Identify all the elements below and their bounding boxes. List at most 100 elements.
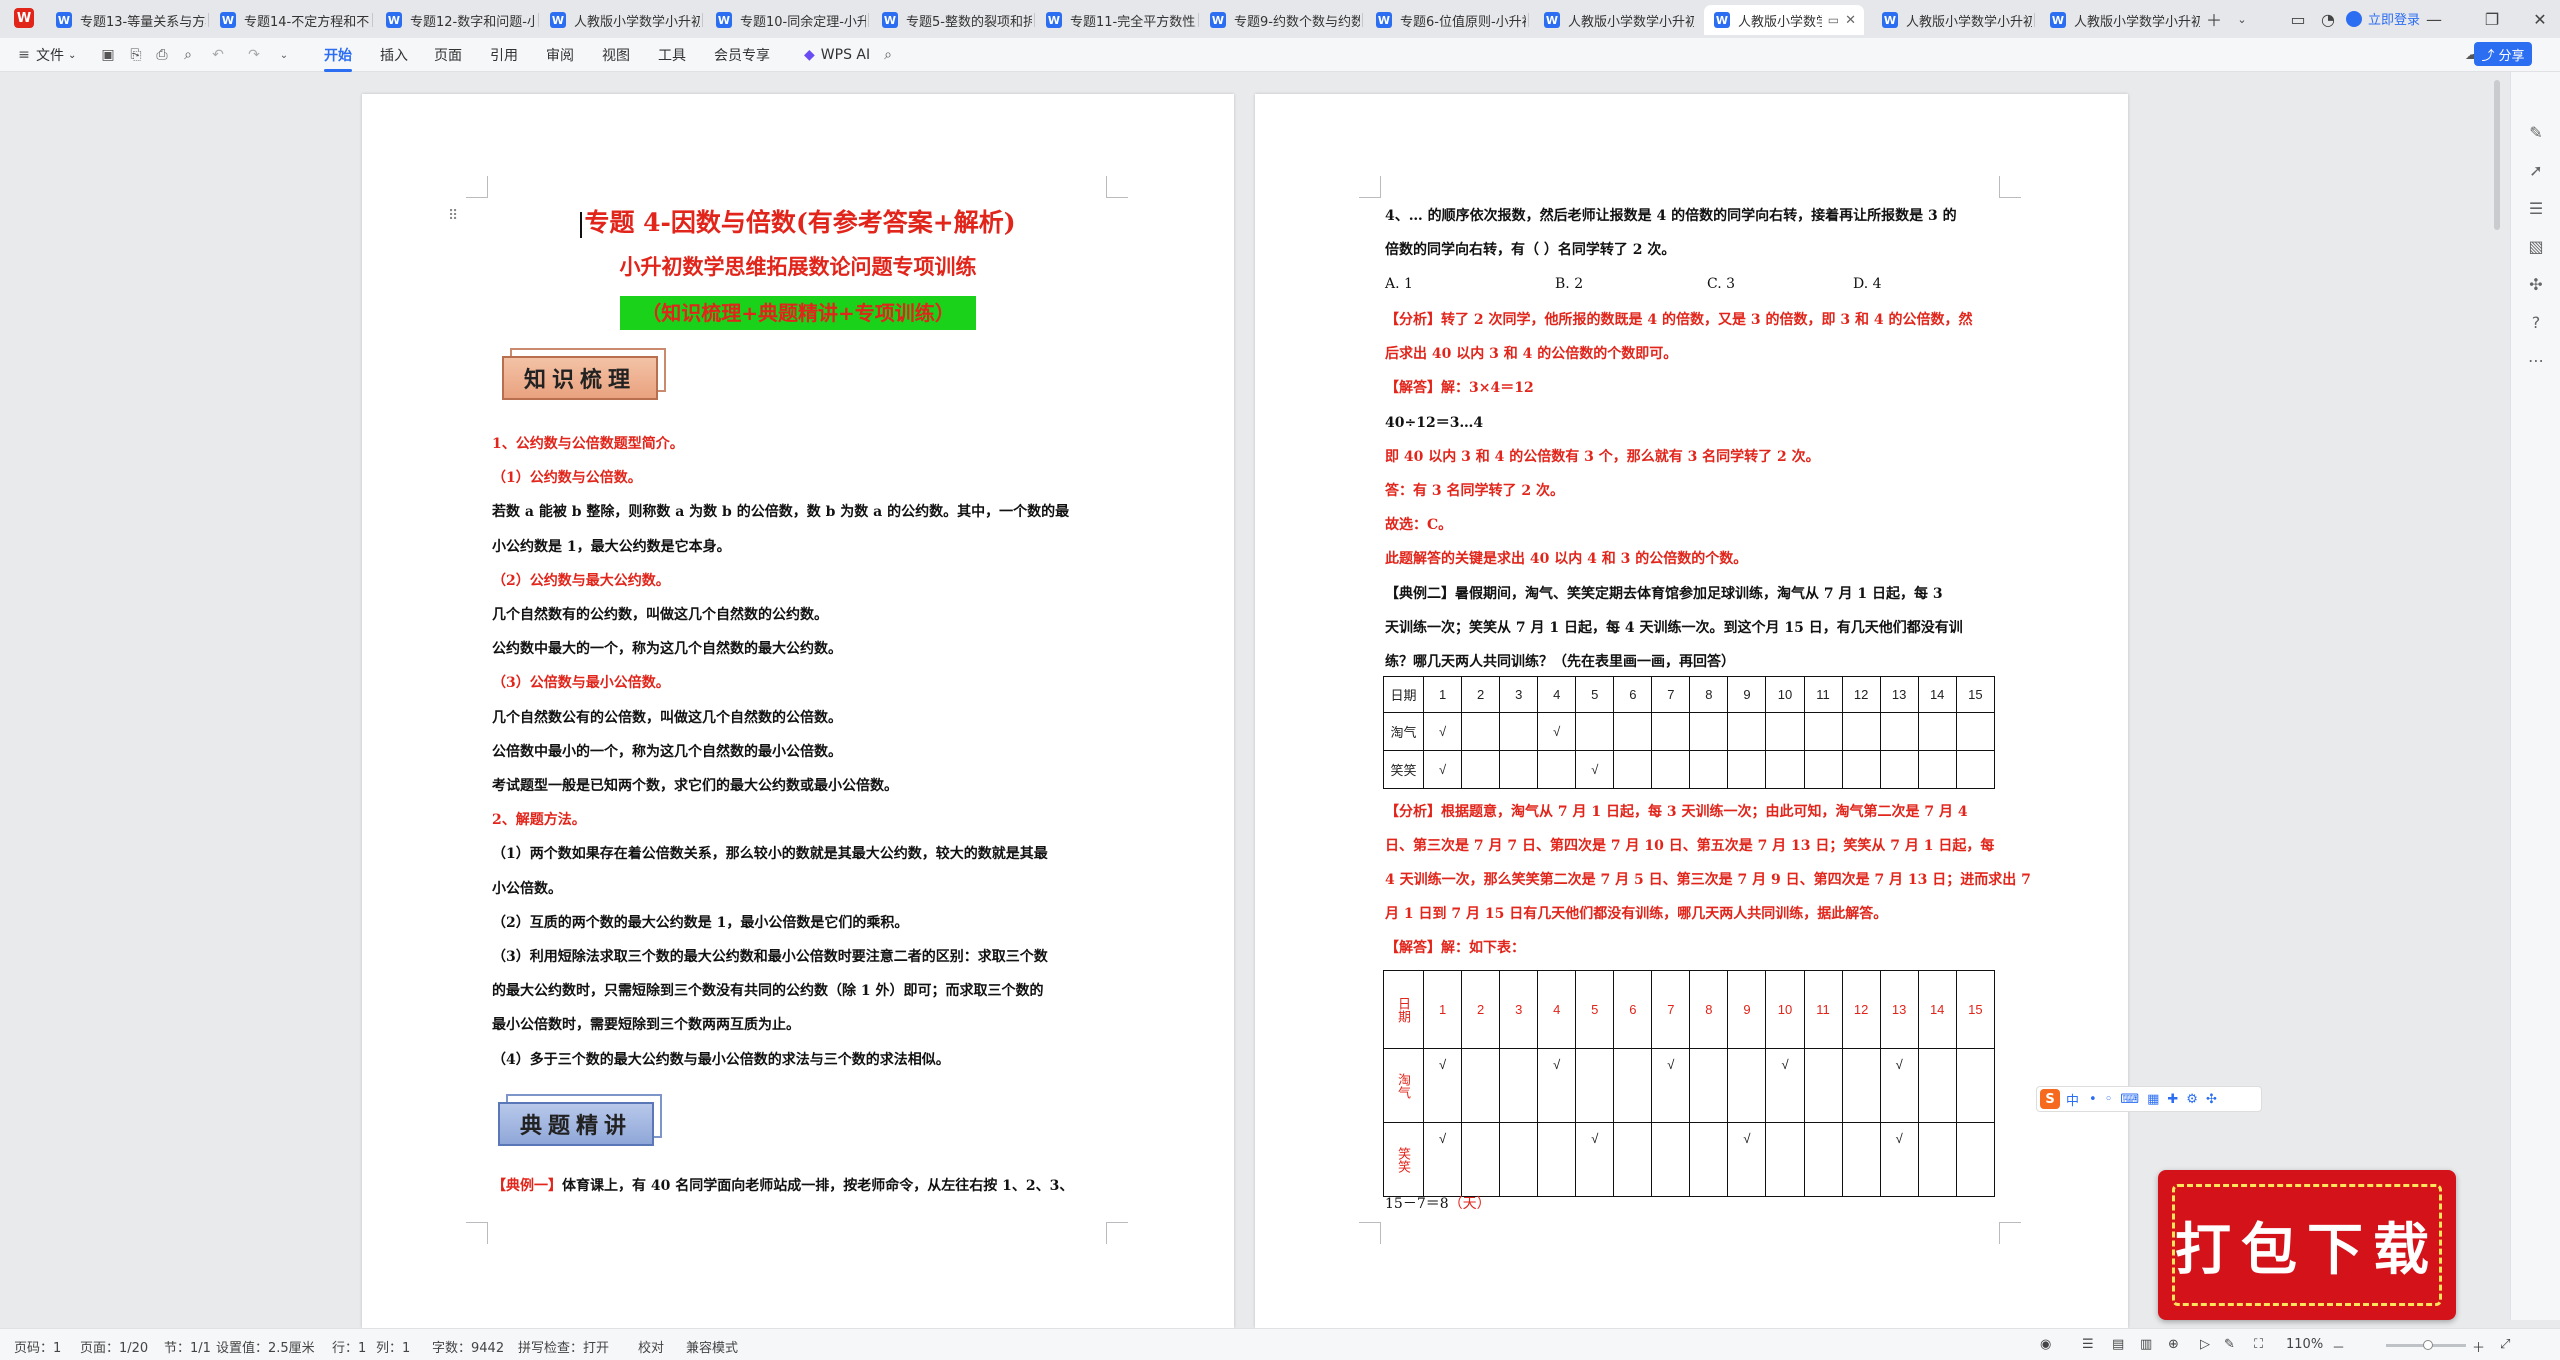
table-cell: 4 [1537, 970, 1577, 1049]
table-cell [1841, 1048, 1881, 1123]
status-col[interactable]: 列：1 [376, 1337, 410, 1356]
ime-toolbar[interactable]: S 中 •◦⌨▦✚⚙✣ [2036, 1086, 2262, 1112]
fullscreen-icon[interactable]: ⛶ [2254, 1337, 2263, 1352]
document-tab[interactable]: W 专题5-整数的裂项和拆 [872, 5, 1032, 35]
reading-view-icon[interactable]: ▥ [2140, 1337, 2152, 1352]
tools-icon[interactable]: ✣ [2526, 274, 2546, 294]
text-line: 2、解题方法。 [492, 812, 586, 829]
tab-separator [208, 13, 209, 27]
status-page-number[interactable]: 页码：1 [14, 1337, 61, 1356]
text-line: 倍数的同学向右转，有（ ）名同学转了 2 次。 [1385, 242, 1676, 258]
text-edit-icon[interactable]: ✎ [2224, 1337, 2235, 1352]
edit-icon[interactable]: ✎ [2526, 122, 2546, 142]
page-view-icon[interactable]: ▤ [2112, 1337, 2124, 1352]
document-tab[interactable]: W 专题10-同余定理-小升 [706, 5, 866, 35]
table-cell: 8 [1689, 970, 1729, 1049]
play-icon[interactable]: ▷ [2200, 1337, 2210, 1352]
ribbon-tab[interactable]: 审阅 [546, 38, 574, 72]
table-cell [1841, 750, 1881, 789]
help-icon[interactable]: ? [2526, 312, 2546, 332]
word-doc-icon: W [1046, 12, 1062, 28]
tab-label: 专题12-数字和问题-小 [410, 14, 536, 30]
document-tab[interactable]: W 人教版小学数学 ▭ ✕ [1704, 5, 1864, 35]
web-view-icon[interactable]: ⊕ [2168, 1337, 2179, 1352]
ribbon-tab[interactable]: 开始 [324, 38, 352, 72]
tab-list-chevron-icon[interactable]: ⌄ [2228, 6, 2256, 32]
tab-label: 专题11-完全平方数性质 [1070, 14, 1196, 30]
page-title: 专题 4-因数与倍数(有参考答案+解析) [362, 206, 1234, 240]
close-window-icon[interactable]: ✕ [2526, 6, 2554, 32]
status-row[interactable]: 行：1 [332, 1337, 366, 1356]
new-tab-icon[interactable]: ＋ [2200, 6, 2228, 32]
ime-tools-icon: •◦⌨▦✚⚙✣ [2089, 1091, 2225, 1107]
more-icon[interactable]: ⋯ [2526, 350, 2546, 370]
select-icon[interactable]: ➚ [2526, 160, 2546, 180]
ribbon-tab[interactable]: 页面 [434, 38, 462, 72]
document-tab[interactable]: W 人教版小学数学小升初 [1534, 5, 1694, 35]
menu-file[interactable]: 文件 ⌄ [36, 38, 76, 72]
minimize-icon[interactable]: — [2420, 6, 2448, 32]
vertical-scrollbar[interactable] [2494, 80, 2500, 230]
ribbon-tab[interactable]: 工具 [658, 38, 686, 72]
status-spell-check[interactable]: 拼写检查：打开 [518, 1337, 609, 1356]
ribbon-tab[interactable]: 插入 [380, 38, 408, 72]
row-label-cell: 日期 [1382, 970, 1425, 1049]
settings-sliders-icon[interactable]: ☰ [2526, 198, 2546, 218]
login-link[interactable]: 立即登录 [2346, 9, 2420, 28]
zoom-slider-knob[interactable] [2422, 1340, 2433, 1350]
ribbon-tab[interactable]: 引用 [490, 38, 518, 72]
document-tab[interactable]: W 专题6-位值原则-小升初 [1366, 5, 1526, 35]
tab-close-icon[interactable]: ✕ [1845, 13, 1856, 28]
status-setting[interactable]: 设置值：2.5厘米 [216, 1337, 315, 1356]
zoom-level[interactable]: 110% [2286, 1337, 2323, 1352]
document-tab[interactable]: W 人教版小学数学小升初 [1872, 5, 2032, 35]
document-tab[interactable]: W 人教版小学数学小升初 [2040, 5, 2200, 35]
margin-mark [1106, 1222, 1128, 1244]
skin-icon[interactable]: ◔ [2314, 6, 2342, 32]
zoom-slider[interactable] [2386, 1340, 2466, 1350]
preview-icon[interactable]: ⌕ [180, 47, 196, 63]
status-proof[interactable]: 校对 [638, 1337, 664, 1356]
outline-icon[interactable]: ☰ [2082, 1337, 2094, 1352]
wps-logo-icon[interactable]: W [14, 8, 34, 28]
text-line: 【分析】转了 2 次同学，他所报的数既是 4 的倍数，又是 3 的倍数，即 3 … [1385, 312, 1973, 328]
table-cell: √ [1727, 1122, 1767, 1197]
wps-ai-button[interactable]: ◆ WPS AI [804, 38, 870, 72]
restore-icon[interactable]: ❐ [2478, 6, 2506, 32]
row-label-cell: 淘气 [1382, 712, 1425, 751]
document-tab[interactable]: W 专题9-约数个数与约数 [1200, 5, 1360, 35]
status-page-count[interactable]: 页面：1/20 [80, 1337, 148, 1356]
status-compat-mode[interactable]: 兼容模式 [686, 1337, 738, 1356]
answer-option: B. 2 [1555, 276, 1584, 292]
redo-icon[interactable]: ↷ [246, 47, 262, 63]
document-tab[interactable]: W 专题11-完全平方数性质 [1036, 5, 1196, 35]
save-icon[interactable]: ▣ [100, 47, 116, 63]
share-button[interactable]: ⤴ 分享 [2474, 42, 2532, 66]
eye-protection-icon[interactable]: ◉ [2040, 1337, 2051, 1352]
document-tab[interactable]: W 专题13-等量关系与方程 [46, 5, 206, 35]
document-tab[interactable]: W 人教版小学数学小升初 [540, 5, 700, 35]
quick-access-chevron-icon[interactable]: ⌄ [276, 47, 292, 63]
document-tab[interactable]: W 专题12-数字和问题-小 [376, 5, 536, 35]
search-icon[interactable]: ⌕ [880, 47, 896, 63]
zoom-in-icon[interactable]: ＋ [2472, 1337, 2485, 1356]
ribbon-tab[interactable]: 会员专享 [714, 38, 770, 72]
export-pdf-icon[interactable]: ⎘ [128, 47, 144, 63]
image-icon[interactable]: ▧ [2526, 236, 2546, 256]
zoom-out-icon[interactable]: － [2332, 1337, 2345, 1356]
tab-separator [538, 13, 539, 27]
status-word-count[interactable]: 字数：9442 [432, 1337, 504, 1356]
status-section[interactable]: 节：1/1 [164, 1337, 211, 1356]
undo-icon[interactable]: ↶ [210, 47, 226, 63]
text-line: （4）多于三个数的最大公约数与最小公倍数的求法与三个数的求法相似。 [492, 1051, 950, 1068]
tab-window-icon[interactable]: ▭ [1828, 13, 1839, 27]
download-badge[interactable]: 打包下载 [2158, 1170, 2456, 1320]
hamburger-icon[interactable]: ≡ [16, 47, 32, 63]
document-tab[interactable]: W 专题14-不定方程和不定 [210, 5, 370, 35]
ribbon-tab[interactable]: 视图 [602, 38, 630, 72]
print-icon[interactable]: ⎙ [154, 47, 170, 63]
row-label-cell: 淘气 [1382, 1048, 1425, 1123]
window-layout-icon[interactable]: ▭ [2284, 6, 2312, 32]
fit-page-icon[interactable]: ⤢ [2500, 1337, 2510, 1352]
text-line: 1、公约数与公倍数题型简介。 [492, 436, 684, 452]
